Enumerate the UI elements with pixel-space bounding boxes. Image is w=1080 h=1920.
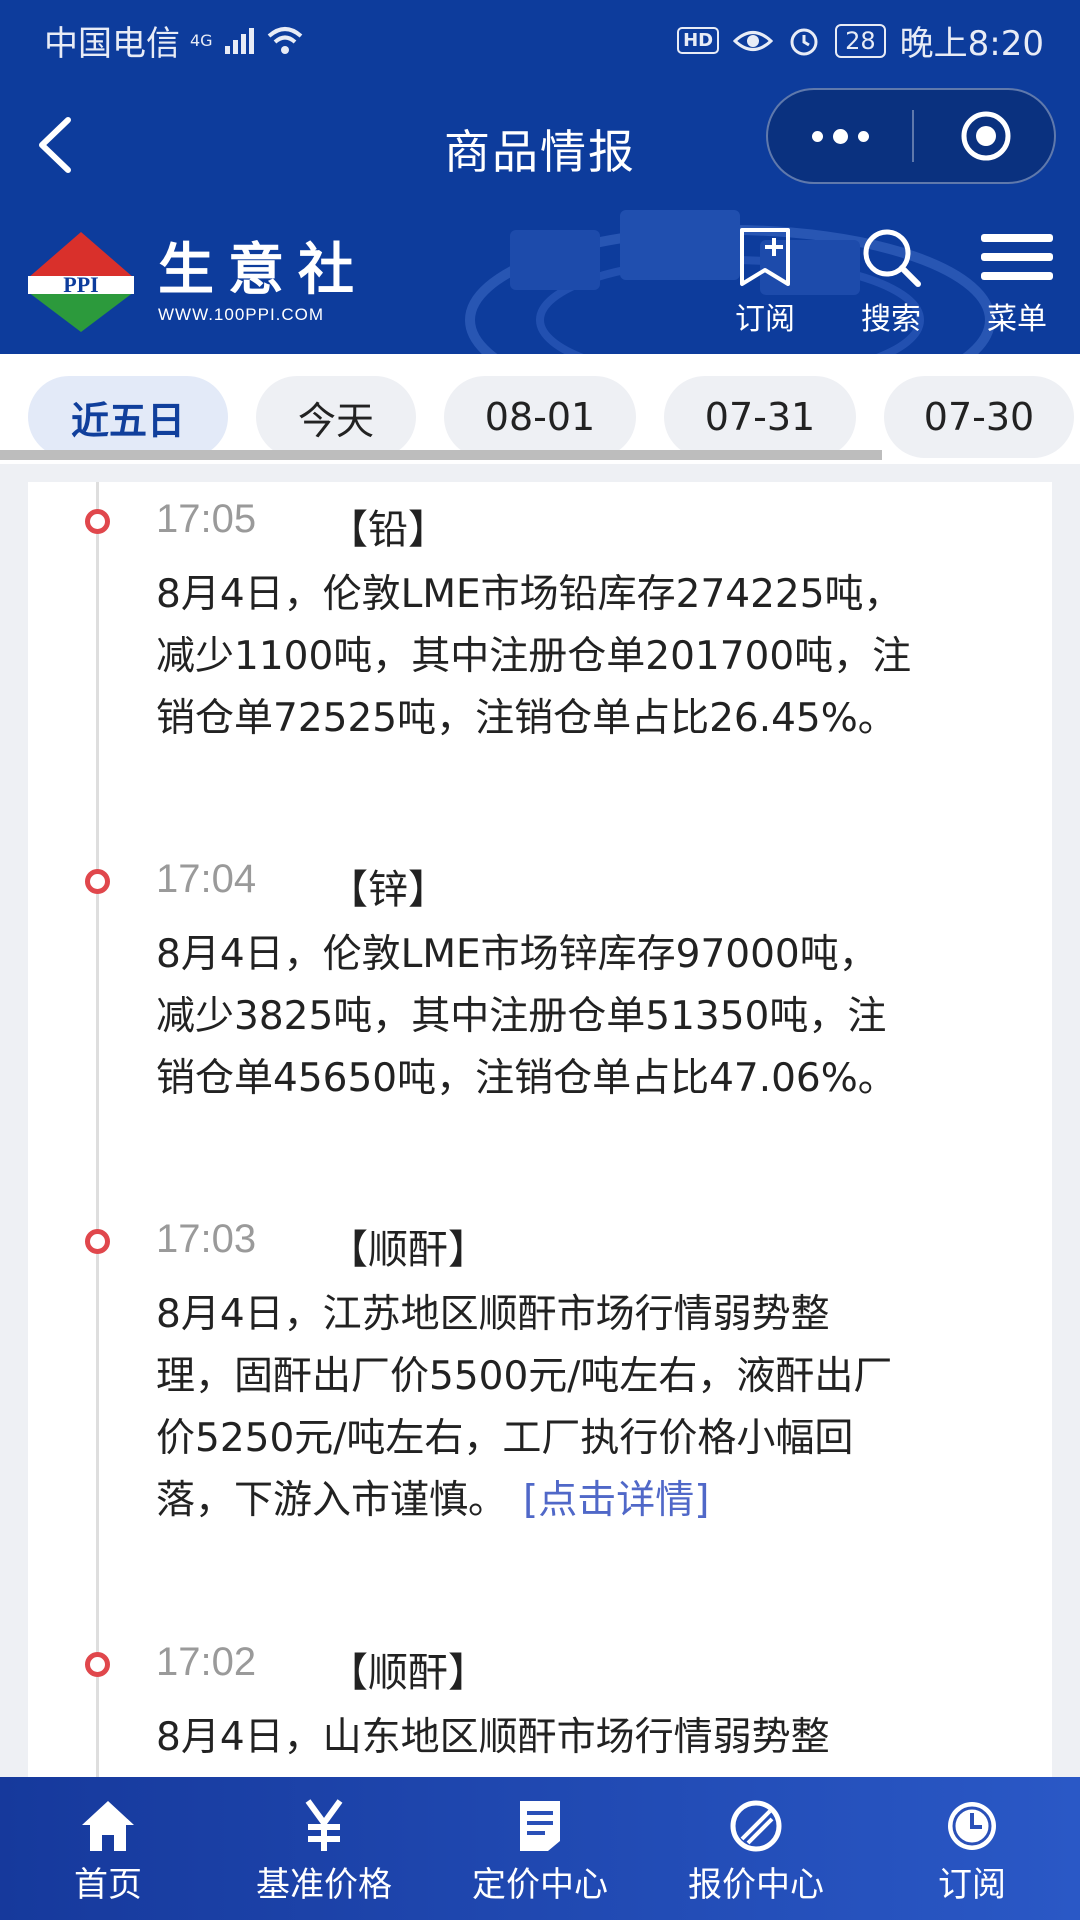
bottom-nav-quote-center[interactable]: 报价中心	[648, 1777, 864, 1920]
entry-body: 8月4日，江苏地区顺酐市场行情弱势整 理，固酐出厂价5500元/吨左右，液酐出厂…	[156, 1284, 1036, 1532]
entry-line: 理，固酐出厂价5500元/吨左右，液酐出厂	[156, 1354, 893, 1399]
bottom-nav-label: 基准价格	[256, 1865, 392, 1905]
subscribe-tool-button[interactable]: 订阅	[710, 226, 820, 338]
tabs-scrollbar[interactable]	[0, 450, 882, 460]
document-icon	[520, 1801, 560, 1851]
tab-07-31[interactable]: 07-31	[664, 376, 856, 458]
eye-icon	[733, 30, 774, 51]
date-tabs: 近五日 今天 08-01 07-31 07-30	[0, 354, 1080, 464]
logo-text: PPI	[63, 272, 98, 297]
bottom-nav: 首页 基准价格 定价中心 报价中心 订阅	[0, 1777, 1080, 1920]
search-tool-label: 搜索	[861, 302, 921, 337]
entry-time: 17:04	[156, 857, 257, 901]
quote-slash-icon	[730, 1800, 782, 1852]
entry-line: 落，下游入市谨慎。	[156, 1478, 508, 1523]
wifi-icon	[267, 26, 302, 54]
brand-url: WWW.100PPI.COM	[158, 305, 325, 324]
entry-line: 销仓单45650吨，注销仓单占比47.06%。	[156, 1056, 897, 1101]
more-dots-icon	[811, 130, 823, 142]
bottom-nav-label: 订阅	[938, 1865, 1006, 1905]
menu-tool-label: 菜单	[987, 302, 1047, 337]
entry-line: 8月4日，山东地区顺酐市场行情弱势整	[156, 1715, 830, 1760]
close-button[interactable]	[916, 90, 1056, 182]
nav-bar: 商品情报	[0, 88, 1080, 198]
home-icon	[82, 1801, 134, 1851]
menu-tool-button[interactable]: 菜单	[962, 226, 1072, 338]
entry-line: 8月4日，伦敦LME市场锌库存97000吨，	[156, 932, 878, 977]
signal-icon	[224, 27, 254, 54]
search-icon	[863, 229, 921, 287]
entry-body: 8月4日，伦敦LME市场铅库存274225吨， 减少1100吨，其中注册仓单20…	[156, 564, 1036, 750]
battery-indicator: 28	[835, 23, 886, 58]
bookmark-plus-icon	[740, 228, 790, 286]
detail-link[interactable]: [点击详情]	[523, 1478, 709, 1523]
carrier-label: 中国电信	[44, 24, 180, 64]
entry-body: 8月4日，伦敦LME市场锌库存97000吨， 减少3825吨，其中注册仓单513…	[156, 924, 1036, 1110]
hd-badge: HD	[677, 27, 720, 54]
timeline-node	[85, 869, 110, 894]
miniprogram-capsule	[766, 88, 1056, 184]
entry-tag: 【顺酐】	[328, 1650, 488, 1696]
timeline-node	[85, 1652, 110, 1677]
alarm-icon	[790, 28, 818, 55]
entry-line: 减少1100吨，其中注册仓单201700吨，注	[156, 634, 912, 679]
tab-today[interactable]: 今天	[256, 376, 416, 458]
entry-time: 17:02	[156, 1640, 257, 1684]
subscribe-tool-label: 订阅	[735, 302, 795, 337]
entry-line: 减少3825吨，其中注册仓单51350吨，注	[156, 994, 887, 1039]
entry-line-last: 落，下游入市谨慎。 [点击详情]	[156, 1470, 1036, 1532]
timeline-node	[85, 1229, 110, 1254]
brand: PPI 生意社 WWW.100PPI.COM	[26, 232, 368, 332]
yen-icon	[305, 1799, 343, 1851]
clock-icon	[948, 1802, 996, 1850]
timeline-line	[96, 482, 99, 1777]
brand-name: 生意社	[158, 238, 368, 303]
header: 中国电信 4G HD 28 晚上8:20 商品情报 PPI 生意社 WWW.10…	[0, 0, 1080, 354]
bottom-nav-label: 首页	[74, 1865, 142, 1905]
more-button[interactable]	[768, 90, 912, 182]
bottom-nav-benchmark-price[interactable]: 基准价格	[216, 1777, 432, 1920]
bottom-nav-label: 定价中心	[472, 1865, 608, 1905]
entry-tag: 【锌】	[328, 867, 448, 913]
status-time: 晚上8:20	[899, 24, 1044, 64]
bottom-nav-home[interactable]: 首页	[0, 1777, 216, 1920]
entry-line: 销仓单72525吨，注销仓单占比26.45%。	[156, 696, 897, 741]
network-label: 4G	[190, 31, 213, 50]
entry-line: 价5250元/吨左右，工厂执行价格小幅回	[156, 1416, 854, 1461]
target-close-icon	[961, 111, 1011, 161]
timeline-card: 17:05 【铅】 8月4日，伦敦LME市场铅库存274225吨， 减少1100…	[28, 482, 1052, 1777]
timeline-node	[85, 509, 110, 534]
entry-body: 8月4日，山东地区顺酐市场行情弱势整	[156, 1707, 1036, 1769]
entry-tag: 【顺酐】	[328, 1227, 488, 1273]
entry-time: 17:03	[156, 1217, 257, 1261]
status-bar: 中国电信 4G HD 28 晚上8:20	[0, 0, 1080, 76]
entry-line: 8月4日，江苏地区顺酐市场行情弱势整	[156, 1292, 830, 1337]
bottom-nav-label: 报价中心	[688, 1865, 824, 1905]
tab-08-01[interactable]: 08-01	[444, 376, 636, 458]
more-dot-center	[832, 128, 848, 144]
capsule-divider	[912, 110, 914, 162]
tab-recent-five-days[interactable]: 近五日	[28, 376, 228, 458]
menu-icon	[981, 234, 1053, 280]
ppi-logo: PPI	[28, 232, 134, 332]
search-tool-button[interactable]: 搜索	[836, 226, 946, 338]
more-dot-right	[857, 130, 869, 142]
entry-line: 8月4日，伦敦LME市场铅库存274225吨，	[156, 572, 903, 617]
entry-time: 17:05	[156, 497, 257, 541]
bottom-nav-pricing-center[interactable]: 定价中心	[432, 1777, 648, 1920]
bottom-nav-subscribe[interactable]: 订阅	[864, 1777, 1080, 1920]
entry-tag: 【铅】	[328, 507, 448, 553]
tab-07-30[interactable]: 07-30	[884, 376, 1074, 458]
